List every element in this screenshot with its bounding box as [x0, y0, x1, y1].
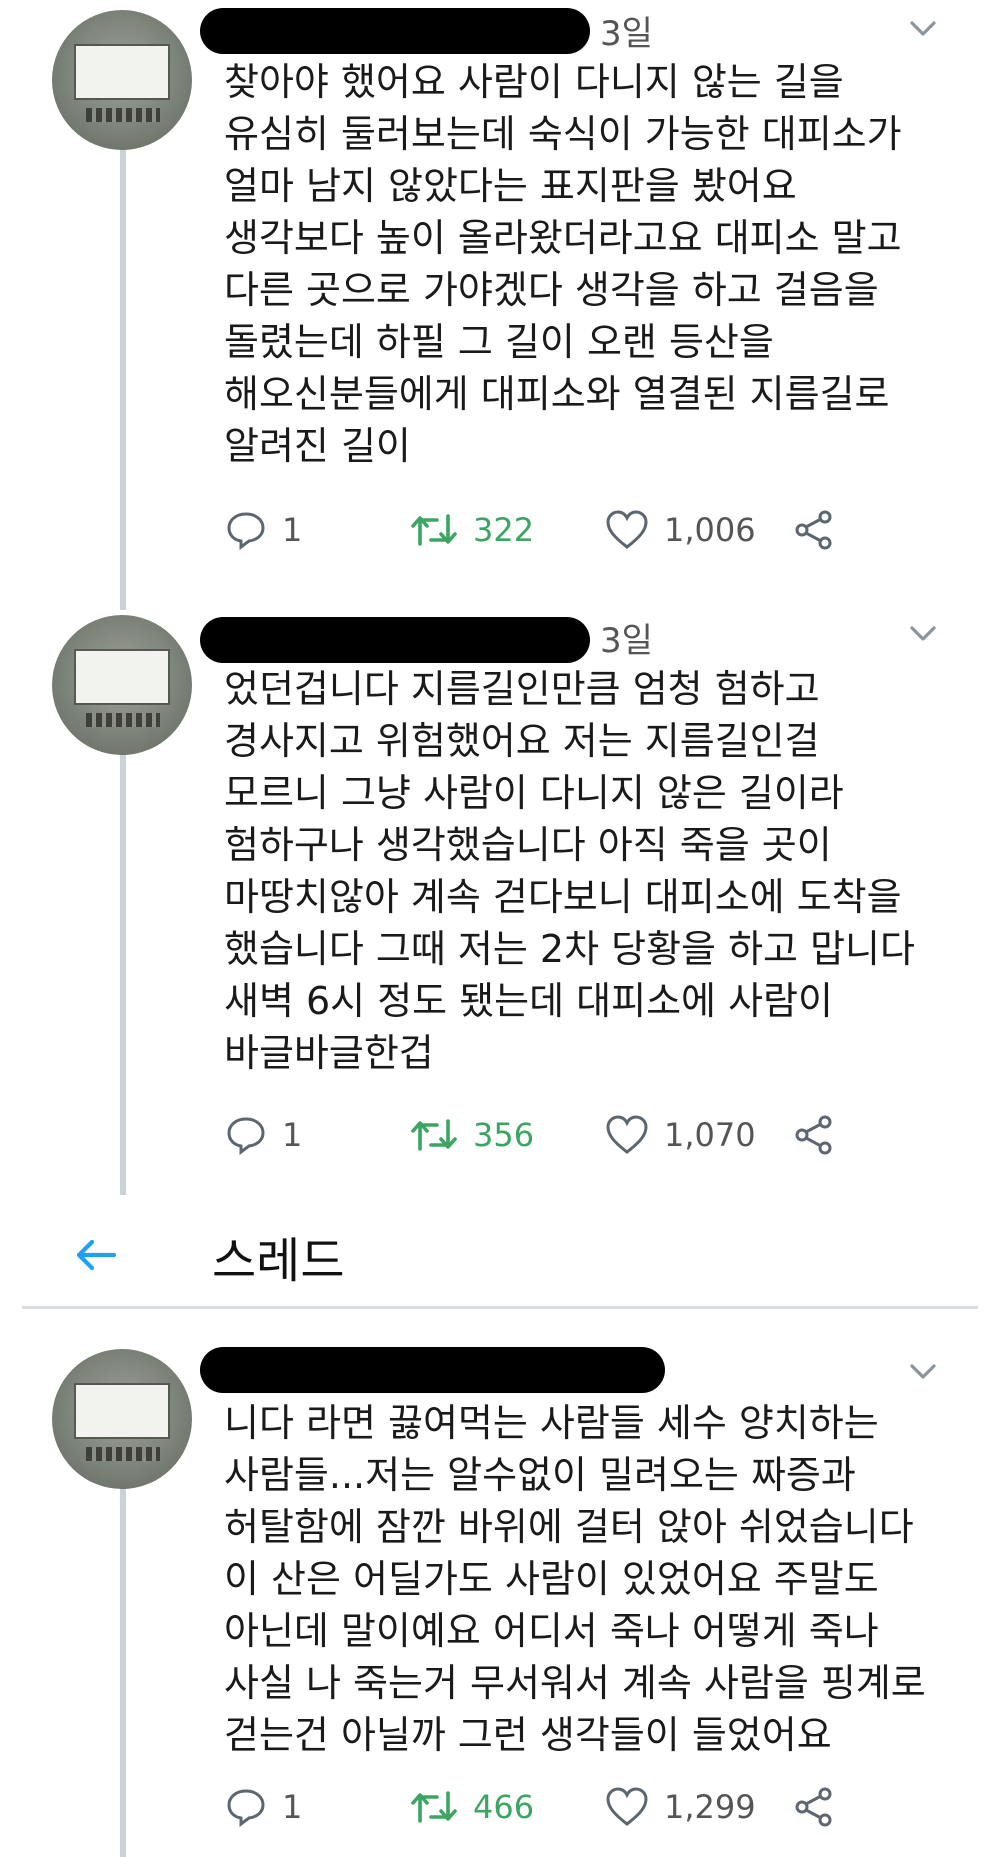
tweet-text-line: 허탈함에 잠깐 바위에 걸터 앉아 쉬었습니다: [224, 1505, 914, 1549]
like-count: 1,299: [664, 1788, 756, 1826]
retweet-count: 322: [473, 511, 535, 549]
tweet-text-line: 모르니 그냥 사람이 다니지 않은 길이라: [224, 771, 844, 815]
tweet-text-line: 사실 나 죽는거 무서워서 계속 사람을 핑계로: [224, 1661, 926, 1705]
share-icon: [795, 510, 832, 550]
avatar-image-detail: [86, 1447, 160, 1461]
tweet-text-line: 돌렸는데 하필 그 길이 오랜 등산을: [224, 320, 774, 364]
tweet-text-line: 생각보다 높이 올라왔더라고요 대피소 말고: [224, 216, 902, 260]
tweet[interactable]: 니다 라면 끓여먹는 사람들 세수 양치하는 사람들...저는 알수없이 밀려오…: [0, 1335, 1000, 1857]
tweet-timestamp[interactable]: 3일: [600, 6, 653, 55]
tweet-text-line: 바글바글한겁: [224, 1031, 434, 1075]
retweet-button[interactable]: 322: [409, 505, 534, 555]
reply-button[interactable]: 1: [224, 505, 302, 555]
header-divider: [22, 1306, 978, 1309]
tweet-text-line: 니다 라면 끓여먹는 사람들 세수 양치하는: [224, 1401, 879, 1445]
tweet-actions: 1 322 1,006: [224, 505, 944, 555]
tweet-actions: 1 466 1,299: [224, 1782, 944, 1832]
retweet-icon: [411, 1791, 457, 1823]
tweet-text-line: 이 산은 어딜가도 사람이 있었어요 주말도: [224, 1557, 879, 1601]
tweet-text-line: 찾아야 했어요 사람이 다니지 않는 길을: [224, 60, 844, 104]
like-button[interactable]: 1,299: [604, 1782, 756, 1832]
reply-count: 1: [282, 1116, 303, 1154]
tweet[interactable]: 3일 찾아야 했어요 사람이 다니지 않는 길을 유심히 둘러보는데 숙식이 가…: [0, 0, 1000, 600]
reply-button[interactable]: 1: [224, 1782, 302, 1832]
heart-icon: [606, 1115, 648, 1154]
tweet-text-line: 사람들...저는 알수없이 밀려오는 짜증과: [224, 1453, 856, 1497]
retweet-icon: [411, 514, 457, 546]
tweet-text-line: 었던겁니다 지름길인만큼 엄청 험하고: [224, 667, 820, 711]
chevron-down-icon[interactable]: [906, 617, 940, 651]
avatar-image: [74, 44, 170, 100]
retweet-button[interactable]: 466: [409, 1782, 534, 1832]
tweet-text-line: 다른 곳으로 가야겠다 생각을 하고 걸음을: [224, 268, 879, 312]
tweet-text-line: 했습니다 그때 저는 2차 당황을 하고 맙니다: [224, 927, 915, 971]
reply-button[interactable]: 1: [224, 1110, 302, 1160]
share-button[interactable]: [792, 505, 836, 555]
retweet-button[interactable]: 356: [409, 1110, 534, 1160]
avatar[interactable]: [52, 10, 192, 150]
heart-icon: [606, 510, 648, 549]
redacted-username: [200, 1347, 665, 1393]
avatar-image-detail: [86, 713, 160, 727]
tweet-text-line: 해오신분들에게 대피소와 열결된 지름길로: [224, 372, 890, 416]
avatar-image: [74, 1383, 170, 1439]
tweet-timestamp[interactable]: 3일: [600, 613, 653, 662]
tweet-text-line: 새벽 6시 정도 됐는데 대피소에 사람이: [224, 979, 833, 1023]
retweet-count: 466: [473, 1788, 535, 1826]
like-button[interactable]: 1,070: [604, 1110, 756, 1160]
tweet-text-line: 경사지고 위험했어요 저는 지름길인걸: [224, 719, 820, 763]
avatar[interactable]: [52, 1349, 192, 1489]
share-icon: [795, 1115, 832, 1155]
tweet-text: 찾아야 했어요 사람이 다니지 않는 길을 유심히 둘러보는데 숙식이 가능한 …: [224, 56, 964, 472]
retweet-icon: [411, 1119, 457, 1151]
reply-count: 1: [282, 511, 303, 549]
redacted-username: [200, 617, 590, 663]
reply-icon: [227, 512, 265, 550]
tweet-text-line: 걷는건 아닐까 그런 생각들이 들었어요: [224, 1713, 832, 1757]
tweet[interactable]: 3일 었던겁니다 지름길인만큼 엄청 험하고 경사지고 위험했어요 저는 지름길…: [0, 605, 1000, 1205]
retweet-count: 356: [473, 1116, 535, 1154]
chevron-down-icon[interactable]: [906, 1355, 940, 1389]
reply-icon: [227, 1117, 265, 1155]
chevron-down-icon[interactable]: [906, 12, 940, 46]
heart-icon: [606, 1787, 648, 1826]
tweet-actions: 1 356 1,070: [224, 1110, 944, 1160]
tweet-text-line: 아닌데 말이예요 어디서 죽나 어떻게 죽나: [224, 1609, 879, 1653]
avatar-image-detail: [86, 108, 160, 122]
avatar-image: [74, 649, 170, 705]
tweet-text-line: 알려진 길이: [224, 424, 411, 468]
tweet-text: 었던겁니다 지름길인만큼 엄청 험하고 경사지고 위험했어요 저는 지름길인걸 …: [224, 663, 964, 1079]
like-button[interactable]: 1,006: [604, 505, 756, 555]
tweet-text-line: 마땅치않아 계속 걷다보니 대피소에 도착을: [224, 875, 902, 919]
share-button[interactable]: [792, 1782, 836, 1832]
share-button[interactable]: [792, 1110, 836, 1160]
page-title: 스레드: [212, 1233, 345, 1289]
reply-icon: [227, 1789, 265, 1827]
like-count: 1,070: [664, 1116, 756, 1154]
tweet-text-line: 유심히 둘러보는데 숙식이 가능한 대피소가: [224, 112, 902, 156]
thread-header: 스레드: [0, 1205, 1000, 1303]
like-count: 1,006: [664, 511, 756, 549]
tweet-text-line: 험하구나 생각했습니다 아직 죽을 곳이: [224, 823, 832, 867]
thread-page: 3일 찾아야 했어요 사람이 다니지 않는 길을 유심히 둘러보는데 숙식이 가…: [0, 0, 1000, 1857]
share-icon: [795, 1787, 832, 1827]
tweet-text-line: 얼마 남지 않았다는 표지판을 봤어요: [224, 164, 797, 208]
tweet-text: 니다 라면 끓여먹는 사람들 세수 양치하는 사람들...저는 알수없이 밀려오…: [224, 1397, 964, 1761]
avatar[interactable]: [52, 615, 192, 755]
back-arrow-icon[interactable]: [72, 1231, 120, 1279]
reply-count: 1: [282, 1788, 303, 1826]
redacted-username: [200, 8, 590, 54]
